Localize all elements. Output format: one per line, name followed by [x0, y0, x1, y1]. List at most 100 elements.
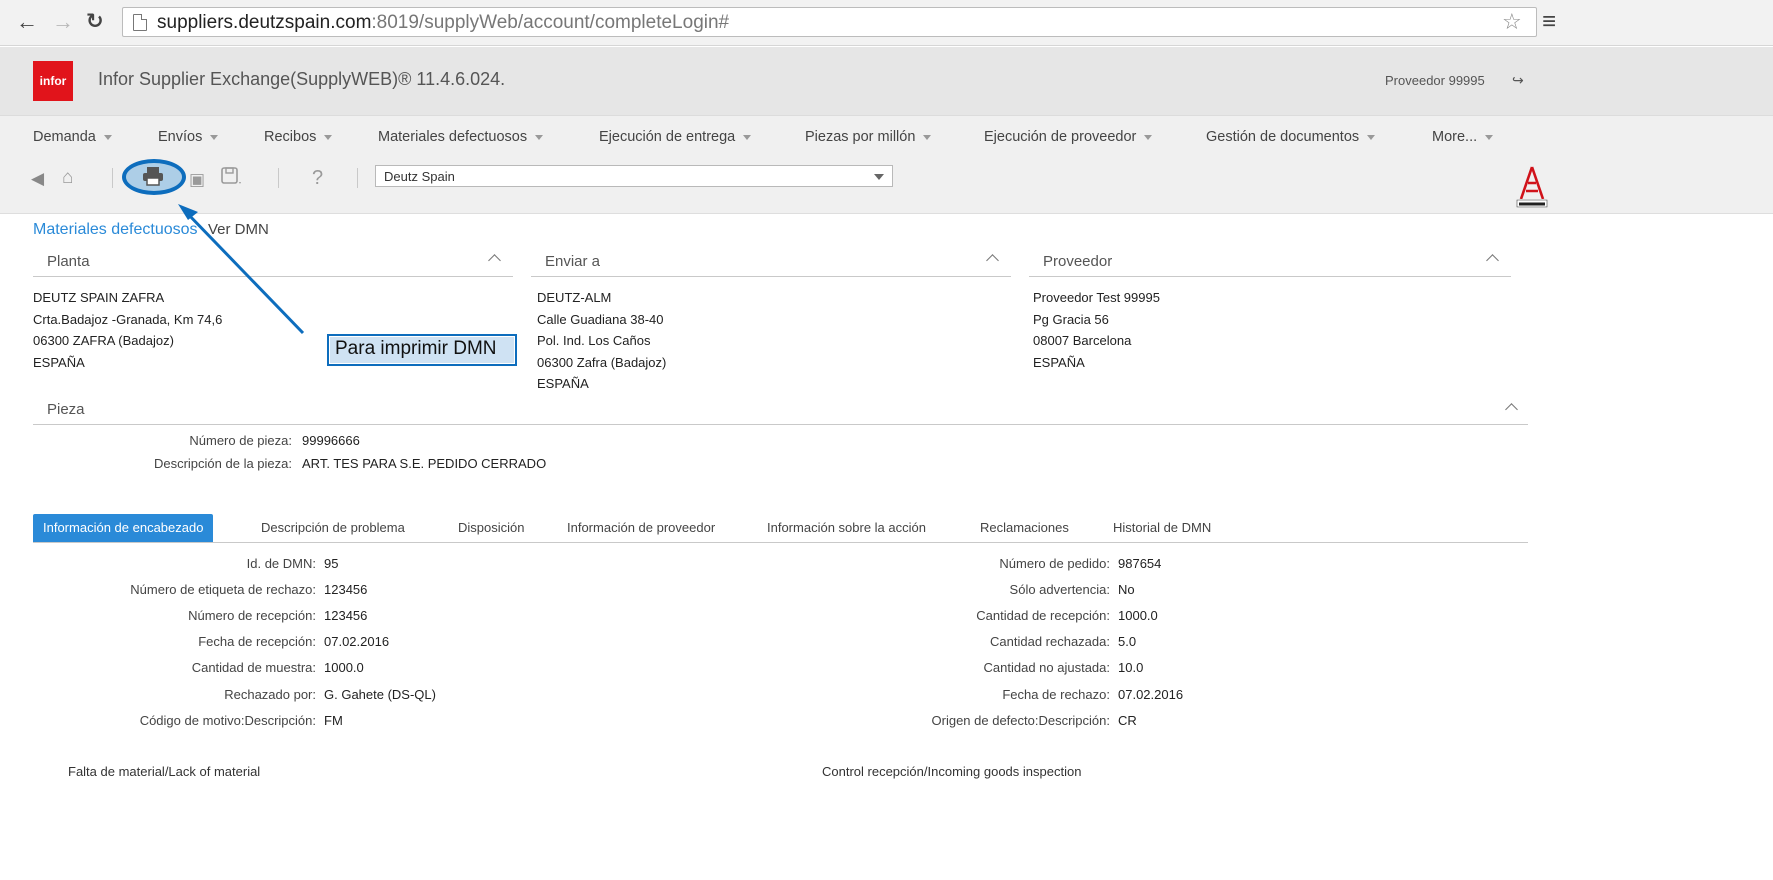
menu-label: Piezas por millón	[805, 129, 916, 145]
part-number-value: 99996666	[302, 433, 360, 448]
menu-more[interactable]: More...	[1432, 129, 1494, 145]
pieza-title: Pieza	[47, 401, 85, 418]
caret-down-icon	[1144, 134, 1153, 140]
export-icon[interactable]: ▣	[189, 168, 205, 192]
page-icon	[133, 14, 147, 31]
rejected-qty-value: 5.0	[1118, 634, 1137, 649]
menu-ejecucion-proveedor[interactable]: Ejecución de proveedor	[984, 129, 1153, 145]
url-text: suppliers.deutzspain.com:8019/supplyWeb/…	[157, 12, 729, 34]
address-line: Crta.Badajoz -Granada, Km 74,6	[33, 311, 223, 327]
chevron-up-icon[interactable]	[488, 254, 501, 267]
tab-descripcion-problema[interactable]: Descripción de problema	[261, 514, 405, 542]
warning-only-label: Sólo advertencia:	[1009, 582, 1110, 597]
rejection-date-value: 07.02.2016	[1118, 687, 1184, 702]
chevron-up-icon[interactable]	[1505, 403, 1518, 416]
defect-origin-value: CR	[1118, 713, 1137, 728]
print-icon-svg	[143, 167, 163, 186]
address-line: Pg Gracia 56	[1033, 311, 1109, 327]
planta-panel-header[interactable]: Planta	[33, 250, 513, 277]
print-icon[interactable]	[142, 166, 164, 192]
tab-informacion-encabezado[interactable]: Información de encabezado	[33, 514, 214, 542]
deutz-logo	[1516, 166, 1548, 208]
reject-tag-label: Número de etiqueta de rechazo:	[130, 582, 316, 597]
proveedor-panel-header[interactable]: Proveedor	[1029, 250, 1511, 277]
menu-envios[interactable]: Envíos	[158, 129, 219, 145]
address-line: 08007 Barcelona	[1033, 333, 1132, 348]
planta-address: DEUTZ SPAIN ZAFRA Crta.Badajoz -Granada,…	[33, 287, 222, 373]
address-line: 06300 ZAFRA (Badajoz)	[33, 333, 174, 348]
app-header: infor Infor Supplier Exchange(SupplyWEB)…	[0, 47, 1773, 115]
rejected-by-label: Rechazado por:	[224, 687, 316, 702]
address-line: Pol. Ind. Los Caños	[537, 333, 651, 348]
defect-origin-label: Origen de defecto:Descripción:	[931, 713, 1110, 728]
bookmark-star-icon[interactable]: ☆	[1502, 9, 1522, 35]
breadcrumb: Materiales defectuosos Ver DMN	[33, 221, 269, 239]
url-path: :8019/supplyWeb/account/completeLogin#	[371, 12, 730, 33]
reject-tag-value: 123456	[324, 582, 368, 597]
caret-down-icon	[1485, 134, 1494, 140]
company-select[interactable]: Deutz Spain	[375, 165, 893, 187]
menu-label: More...	[1432, 129, 1478, 145]
toolbar-separator	[357, 168, 358, 188]
tab-historial-dmn[interactable]: Historial de DMN	[1113, 514, 1211, 542]
caret-down-icon	[923, 134, 932, 140]
tab-reclamaciones[interactable]: Reclamaciones	[980, 514, 1069, 542]
proveedor-title: Proveedor	[1043, 253, 1113, 270]
back-triangle-icon[interactable]: ◀	[31, 167, 44, 191]
help-icon[interactable]: ?	[312, 166, 323, 190]
enviar-title: Enviar a	[545, 253, 601, 270]
pieza-panel-header[interactable]: Pieza	[33, 398, 1528, 425]
menu-ejecucion-entrega[interactable]: Ejecución de entrega	[599, 129, 752, 145]
main-menu: Demanda Envíos Recibos Materiales defect…	[0, 115, 1773, 158]
part-description-label: Descripción de la pieza:	[153, 456, 292, 471]
toolbar-separator	[278, 168, 279, 188]
rejected-qty-label: Cantidad rechazada:	[990, 634, 1110, 649]
url-host: suppliers.deutzspain.com	[157, 12, 372, 33]
receipt-date-label: Fecha de recepción:	[198, 634, 316, 649]
infor-logo: infor	[33, 61, 73, 101]
browser-toolbar: ← → ↻ suppliers.deutzspain.com:8019/supp…	[0, 0, 1773, 46]
menu-label: Materiales defectuosos	[378, 129, 528, 145]
menu-label: Ejecución de proveedor	[984, 129, 1137, 145]
enviar-panel-header[interactable]: Enviar a	[531, 250, 1011, 277]
forward-icon[interactable]: →	[52, 9, 74, 35]
menu-label: Envíos	[158, 129, 203, 145]
chevron-up-icon[interactable]	[986, 254, 999, 267]
menu-recibos[interactable]: Recibos	[264, 129, 333, 145]
caret-down-icon	[210, 134, 219, 140]
chevron-down-icon	[874, 174, 884, 180]
breadcrumb-section-link[interactable]: Materiales defectuosos	[33, 221, 198, 238]
proveedor-address: Proveedor Test 99995 Pg Gracia 56 08007 …	[1033, 287, 1160, 373]
toolbar-separator	[112, 168, 113, 188]
enviar-address: DEUTZ-ALM Calle Guadiana 38-40 Pol. Ind.…	[537, 287, 666, 395]
caret-down-icon	[324, 134, 333, 140]
app-title: Infor Supplier Exchange(SupplyWEB)® 11.4…	[98, 69, 506, 89]
chevron-up-icon[interactable]	[1486, 254, 1499, 267]
back-icon[interactable]: ←	[16, 9, 38, 35]
tab-informacion-accion[interactable]: Información sobre la acción	[767, 514, 926, 542]
tab-informacion-proveedor[interactable]: Información de proveedor	[567, 514, 715, 542]
address-bar[interactable]: suppliers.deutzspain.com:8019/supplyWeb/…	[122, 7, 1537, 37]
unadjusted-qty-value: 10.0	[1118, 660, 1144, 675]
menu-materiales-defectuosos[interactable]: Materiales defectuosos	[378, 129, 544, 145]
address-line: ESPAÑA	[537, 376, 589, 391]
home-icon[interactable]: ⌂	[62, 166, 73, 190]
menu-label: Demanda	[33, 129, 96, 145]
dmn-id-value: 95	[324, 556, 339, 571]
address-line: DEUTZ-ALM	[537, 290, 612, 305]
menu-demanda[interactable]: Demanda	[33, 129, 112, 145]
address-line: 06300 Zafra (Badajoz)	[537, 354, 667, 370]
reload-icon[interactable]: ↻	[86, 9, 104, 35]
browser-menu-icon[interactable]: ≡	[1542, 8, 1556, 36]
user-name[interactable]: Proveedor 99995	[1385, 73, 1485, 88]
defect-origin-description: Control recepción/Incoming goods inspect…	[822, 764, 1082, 779]
rejected-by-value: G. Gahete (DS-QL)	[324, 687, 436, 702]
save-icon[interactable]	[220, 166, 242, 192]
planta-title: Planta	[47, 253, 90, 270]
breadcrumb-current: Ver DMN	[207, 221, 269, 238]
menu-gestion-documentos[interactable]: Gestión de documentos	[1206, 129, 1376, 145]
tab-disposicion[interactable]: Disposición	[458, 514, 524, 542]
logout-icon[interactable]: ↪	[1512, 72, 1524, 89]
menu-piezas-por-millon[interactable]: Piezas por millón	[805, 129, 932, 145]
address-line: ESPAÑA	[1033, 354, 1085, 370]
